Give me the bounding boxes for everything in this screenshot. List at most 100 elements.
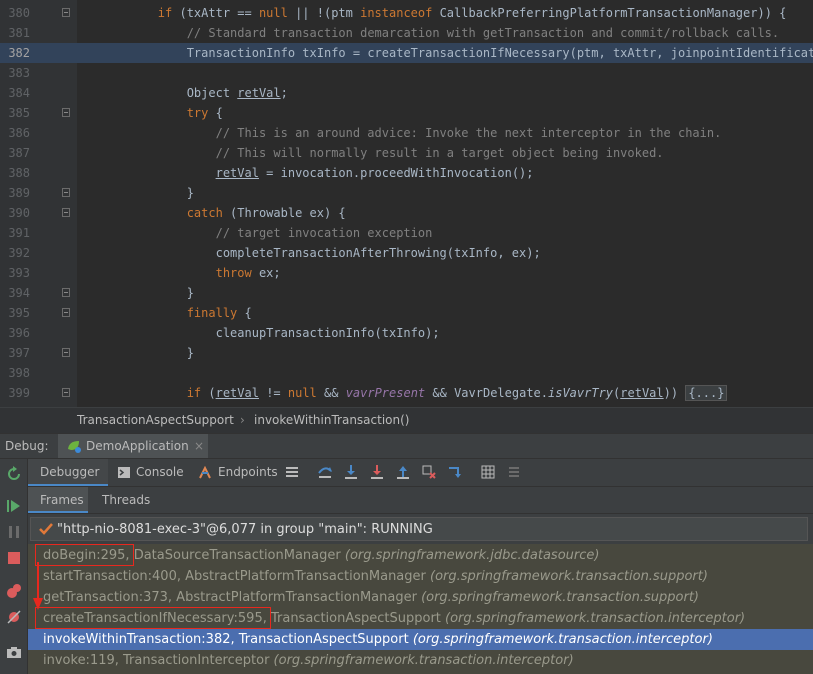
drop-frame-icon[interactable] (422, 465, 436, 479)
code-line[interactable]: 396 cleanupTransactionInfo(txInfo); (0, 323, 813, 343)
stack-frame[interactable]: startTransaction:400, AbstractPlatformTr… (28, 566, 813, 587)
line-number: 389 (8, 186, 30, 200)
breadcrumb-class[interactable]: TransactionAspectSupport (77, 408, 234, 432)
frame-method: invokeWithinTransaction:382, (43, 632, 235, 647)
code-text: // This is an around advice: Invoke the … (215, 126, 722, 140)
thread-text: "http-nio-8081-exec-3"@6,077 in group "m… (57, 522, 433, 537)
stack-frame[interactable]: getTransaction:373, AbstractPlatformTran… (28, 587, 813, 608)
fold-marker-icon[interactable] (62, 188, 70, 197)
code-line[interactable]: 392 completeTransactionAfterThrowing(txI… (0, 243, 813, 263)
tab-threads-label: Threads (102, 493, 151, 507)
fold-marker-icon[interactable] (62, 388, 70, 397)
line-number: 391 (8, 226, 30, 240)
frame-package: (org.springframework.transaction.interce… (273, 653, 574, 668)
debug-tool-window-header: Debug: DemoApplication × (0, 433, 813, 459)
debug-label: Debug: (5, 439, 49, 453)
line-number: 385 (8, 106, 30, 120)
code-line[interactable]: 383 (0, 63, 813, 83)
code-line[interactable]: 387 // This will normally result in a ta… (0, 143, 813, 163)
code-line[interactable]: 389 } (0, 183, 813, 203)
spring-boot-icon (68, 441, 81, 453)
stack-frame[interactable]: doBegin:295, DataSourceTransactionManage… (28, 545, 813, 566)
force-step-into-icon[interactable] (370, 465, 384, 479)
code-line[interactable]: 393 throw ex; (0, 263, 813, 283)
code-text: // This will normally result in a target… (215, 146, 664, 160)
line-number: 399 (8, 386, 30, 400)
code-line[interactable]: 385 try { (0, 103, 813, 123)
stop-icon[interactable] (6, 550, 22, 566)
code-line[interactable]: 386 // This is an around advice: Invoke … (0, 123, 813, 143)
frame-method: startTransaction:400, (43, 569, 181, 584)
frames-list: doBegin:295, DataSourceTransactionManage… (28, 544, 813, 674)
view-breakpoints-icon[interactable] (6, 583, 22, 599)
code-line[interactable]: 384 Object retVal; (0, 83, 813, 103)
code-text: if (txAttr == null || !(ptm instanceof C… (157, 6, 787, 20)
code-line[interactable]: 391 // target invocation exception (0, 223, 813, 243)
line-number: 387 (8, 146, 30, 160)
code-line[interactable]: 380 if (txAttr == null || !(ptm instance… (0, 3, 813, 23)
stack-frame[interactable]: invoke:119, TransactionInterceptor (org.… (28, 650, 813, 671)
code-line[interactable]: 399 if (retVal != null && vavrPresent &&… (0, 383, 813, 403)
line-number: 382 (8, 46, 30, 60)
fold-marker-icon[interactable] (62, 308, 70, 317)
tab-threads[interactable]: Threads (90, 487, 160, 513)
fold-marker-icon[interactable] (62, 288, 70, 297)
frame-class: DataSourceTransactionManager (129, 548, 345, 563)
stack-frame[interactable]: invokeWithinTransaction:382, Transaction… (28, 629, 813, 650)
resume-icon[interactable] (6, 498, 22, 514)
breadcrumb-separator: › (240, 413, 245, 427)
code-text: cleanupTransactionInfo(txInfo); (215, 326, 440, 340)
tab-debugger-label: Debugger (40, 465, 100, 479)
breadcrumb-method[interactable]: invokeWithinTransaction() (254, 408, 409, 432)
tab-debugger[interactable]: Debugger (28, 459, 108, 486)
pause-icon[interactable] (6, 524, 22, 540)
mute-breakpoints-icon[interactable] (6, 609, 22, 625)
tab-endpoints-label: Endpoints (218, 465, 278, 479)
code-line[interactable]: 397 } (0, 343, 813, 363)
line-number: 386 (8, 126, 30, 140)
fold-marker-icon[interactable] (62, 8, 70, 17)
frame-class: AbstractPlatformTransactionManager (180, 569, 430, 584)
fold-marker-icon[interactable] (62, 108, 70, 117)
tab-endpoints[interactable]: Endpoints (198, 459, 278, 486)
fold-marker-icon[interactable] (62, 208, 70, 217)
code-line[interactable]: 395 finally { (0, 303, 813, 323)
thread-combobox[interactable]: "http-nio-8081-exec-3"@6,077 in group "m… (30, 517, 808, 541)
thread-selector[interactable]: "http-nio-8081-exec-3"@6,077 in group "m… (28, 514, 813, 544)
frame-class: TransactionAspectSupport (234, 632, 413, 647)
line-number: 383 (8, 66, 30, 80)
line-number: 394 (8, 286, 30, 300)
run-to-cursor-icon[interactable] (448, 465, 462, 479)
code-line[interactable]: 382 TransactionInfo txInfo = createTrans… (0, 43, 813, 63)
line-number: 380 (8, 6, 30, 20)
rerun-icon[interactable] (6, 466, 22, 482)
tab-console[interactable]: Console (116, 459, 186, 486)
code-line[interactable]: 381 // Standard transaction demarcation … (0, 23, 813, 43)
close-icon[interactable]: × (194, 434, 204, 458)
camera-icon[interactable] (6, 644, 22, 660)
code-text: try { (186, 106, 223, 120)
evaluate-expression-icon[interactable] (481, 465, 495, 479)
code-line[interactable]: 398 (0, 363, 813, 383)
debug-session-tab[interactable]: DemoApplication × (58, 434, 208, 458)
step-over-icon[interactable] (318, 465, 332, 479)
line-number: 395 (8, 306, 30, 320)
code-text: // Standard transaction demarcation with… (186, 26, 780, 40)
menu-icon[interactable] (285, 465, 299, 479)
code-line[interactable]: 394 } (0, 283, 813, 303)
code-editor[interactable]: 380 if (txAttr == null || !(ptm instance… (0, 0, 813, 407)
step-out-icon[interactable] (396, 465, 410, 479)
endpoints-icon (199, 466, 211, 479)
code-text: } (186, 186, 194, 200)
code-line[interactable]: 388 retVal = invocation.proceedWithInvoc… (0, 163, 813, 183)
code-line[interactable]: 390 catch (Throwable ex) { (0, 203, 813, 223)
tab-frames[interactable]: Frames (28, 487, 88, 513)
frame-class: TransactionAspectSupport (266, 611, 446, 626)
fold-marker-icon[interactable] (62, 348, 70, 357)
code-text: TransactionInfo txInfo = createTransacti… (186, 46, 813, 60)
line-number: 390 (8, 206, 30, 220)
step-into-icon[interactable] (344, 465, 358, 479)
line-number: 397 (8, 346, 30, 360)
line-number: 381 (8, 26, 30, 40)
trace-icon[interactable] (507, 465, 521, 479)
